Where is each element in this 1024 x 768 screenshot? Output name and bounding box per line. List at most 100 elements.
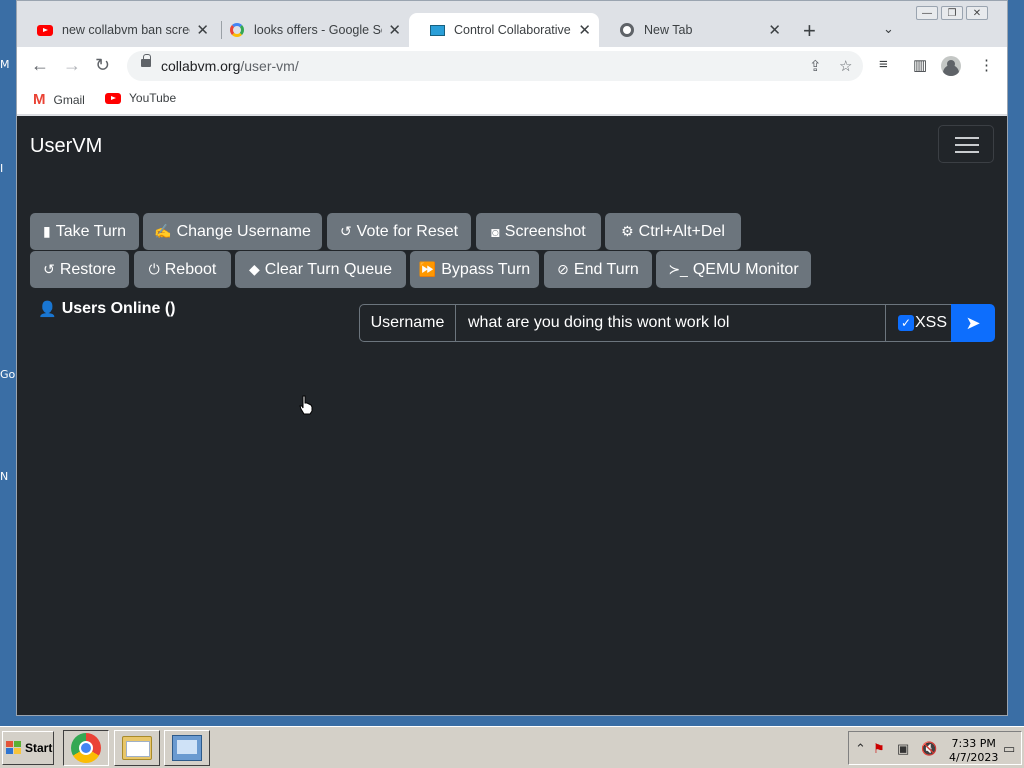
chrome-icon (619, 22, 635, 38)
address-bar[interactable]: collabvm.org/user-vm/ ⇪ ☆ (127, 51, 863, 81)
network-icon[interactable]: ▣ (897, 741, 909, 757)
tab-search-chevron-icon[interactable]: ⌄ (883, 21, 894, 37)
qemu-monitor-button[interactable]: ≻_ QEMU Monitor (656, 251, 811, 288)
power-icon: ⏻ (148, 261, 160, 277)
desktop-icon-label[interactable]: M (0, 58, 10, 71)
close-window-button[interactable]: ✕ (966, 6, 988, 20)
chat-bar: Username ✓ XSS ➤ (359, 304, 995, 342)
reboot-button[interactable]: ⏻ Reboot (134, 251, 231, 288)
user-icon: 👤 (38, 301, 57, 318)
tab-title: New Tab (644, 23, 693, 37)
close-icon[interactable]: ✕ (578, 21, 591, 39)
bookmark-label: Gmail (53, 92, 85, 107)
browser-window: new collabvm ban scree ✕ looks offers - … (16, 0, 1008, 716)
lock-icon[interactable] (141, 54, 151, 67)
server-manager-icon (172, 735, 202, 761)
taskbar-server-manager-button[interactable] (164, 730, 210, 766)
taskbar-chrome-button[interactable] (63, 730, 109, 766)
media-queue-icon[interactable]: ≡ (879, 56, 888, 73)
windows-flag-icon (6, 741, 22, 755)
checkbox-checked-icon[interactable]: ✓ (898, 315, 914, 331)
bypass-turn-button[interactable]: ⏩ Bypass Turn (410, 251, 539, 288)
change-username-button[interactable]: ✍ Change Username (143, 213, 322, 250)
star-icon[interactable]: ☆ (839, 57, 852, 75)
screenshot-button[interactable]: ◙ Screenshot (476, 213, 601, 250)
navbar-brand[interactable]: UserVM (30, 135, 102, 158)
close-icon[interactable]: ✕ (196, 21, 209, 39)
bookmarks-bar: M Gmail YouTube (17, 85, 1007, 115)
username-label[interactable]: Username (359, 304, 456, 342)
profile-avatar[interactable] (941, 56, 961, 76)
users-online-heading: 👤 Users Online () (38, 300, 176, 318)
desktop-icon-label[interactable]: N (0, 470, 8, 483)
url-text: collabvm.org/user-vm/ (161, 58, 299, 74)
share-icon[interactable]: ⇪ (809, 57, 822, 75)
close-icon[interactable]: ✕ (388, 21, 401, 39)
desktop-icon-label[interactable]: Go (0, 368, 15, 381)
chrome-icon (71, 733, 101, 763)
terminal-icon: ≻_ (668, 261, 688, 277)
tab-google[interactable]: looks offers - Google Se ✕ (209, 13, 409, 47)
ctrl-alt-del-button[interactable]: ⚙ Ctrl+Alt+Del (605, 213, 741, 250)
tab-collabvm[interactable]: Control Collaborative Vi ✕ (409, 13, 599, 47)
restore-button[interactable]: ↺ Restore (30, 251, 129, 288)
ban-icon: ⊘ (557, 261, 569, 277)
desktop-icon-label[interactable]: I (0, 162, 3, 175)
clear-turn-queue-button[interactable]: ◆ Clear Turn Queue (235, 251, 406, 288)
vote-for-reset-button[interactable]: ↺ Vote for Reset (327, 213, 471, 250)
clock-date: 4/7/2023 (949, 751, 999, 764)
tab-title: looks offers - Google Se (254, 23, 383, 37)
send-button[interactable]: ➤ (951, 304, 995, 342)
fast-forward-icon: ⏩ (418, 261, 437, 277)
undo-icon: ↺ (43, 261, 55, 277)
end-turn-button[interactable]: ⊘ End Turn (544, 251, 652, 288)
tab-strip: new collabvm ban scree ✕ looks offers - … (17, 1, 1007, 47)
bookmark-gmail[interactable]: M Gmail (33, 91, 85, 108)
xss-toggle[interactable]: ✓ XSS (885, 304, 952, 342)
tab-title: Control Collaborative Vi (454, 23, 573, 37)
taskbar-explorer-button[interactable] (114, 730, 160, 766)
menu-dots-icon[interactable]: ⋮ (979, 56, 994, 74)
page-content: UserVM ▮ Take Turn ✍ Change Username ↺ Vote… (17, 116, 1007, 715)
forward-arrow-icon[interactable]: → (63, 55, 81, 76)
show-hidden-icons-chevron-icon[interactable]: ⌃ (855, 741, 866, 757)
hand-cursor-icon (299, 395, 313, 415)
folder-icon (122, 736, 152, 760)
reload-icon[interactable]: ↻ (95, 55, 110, 76)
volume-muted-icon[interactable]: 🔇 (921, 741, 937, 757)
maximize-button[interactable]: ❐ (941, 6, 963, 20)
system-tray: ⌃ ⚑ ▣ 🔇 7:33 PM 4/7/2023 ▭ (848, 731, 1022, 765)
mouse-icon: ▮ (43, 223, 51, 239)
gmail-icon: M (33, 91, 46, 108)
close-icon[interactable]: ✕ (768, 21, 781, 39)
window-controls: — ❐ ✕ (913, 6, 988, 20)
bookmark-youtube[interactable]: YouTube (105, 91, 176, 105)
chat-input[interactable] (455, 304, 886, 342)
youtube-icon (105, 92, 121, 104)
side-panel-icon[interactable]: ▥ (913, 56, 927, 74)
start-button[interactable]: Start (2, 731, 54, 765)
xss-label: XSS (915, 314, 948, 331)
new-tab-button[interactable]: + (803, 18, 816, 44)
undo-icon: ↺ (339, 223, 352, 239)
taskbar: Start ⌃ ⚑ ▣ 🔇 7:33 PM 4/7/2023 ▭ (0, 726, 1024, 768)
tab-new-tab[interactable]: New Tab ✕ (599, 13, 789, 47)
eraser-icon: ◆ (249, 261, 260, 277)
back-arrow-icon[interactable]: ← (31, 55, 49, 76)
tab-youtube[interactable]: new collabvm ban scree ✕ (17, 13, 217, 47)
signature-icon: ✍ (154, 223, 172, 239)
google-icon (229, 22, 245, 38)
show-desktop-icon[interactable]: ▭ (1003, 741, 1015, 757)
minimize-button[interactable]: — (916, 6, 938, 20)
clock-time: 7:33 PM (951, 737, 996, 750)
start-label: Start (25, 741, 53, 755)
tab-title: new collabvm ban scree (62, 23, 191, 37)
camera-icon: ◙ (491, 223, 500, 240)
clock[interactable]: 7:33 PM 4/7/2023 (949, 737, 998, 765)
hamburger-menu-button[interactable] (938, 125, 994, 163)
youtube-icon (37, 22, 53, 38)
action-center-flag-icon[interactable]: ⚑ (873, 741, 885, 757)
gear-icon: ⚙ (621, 223, 634, 239)
browser-toolbar: ← → ↻ collabvm.org/user-vm/ ⇪ ☆ ≡ ▥ ⋮ (17, 47, 1007, 85)
take-turn-button[interactable]: ▮ Take Turn (30, 213, 139, 250)
